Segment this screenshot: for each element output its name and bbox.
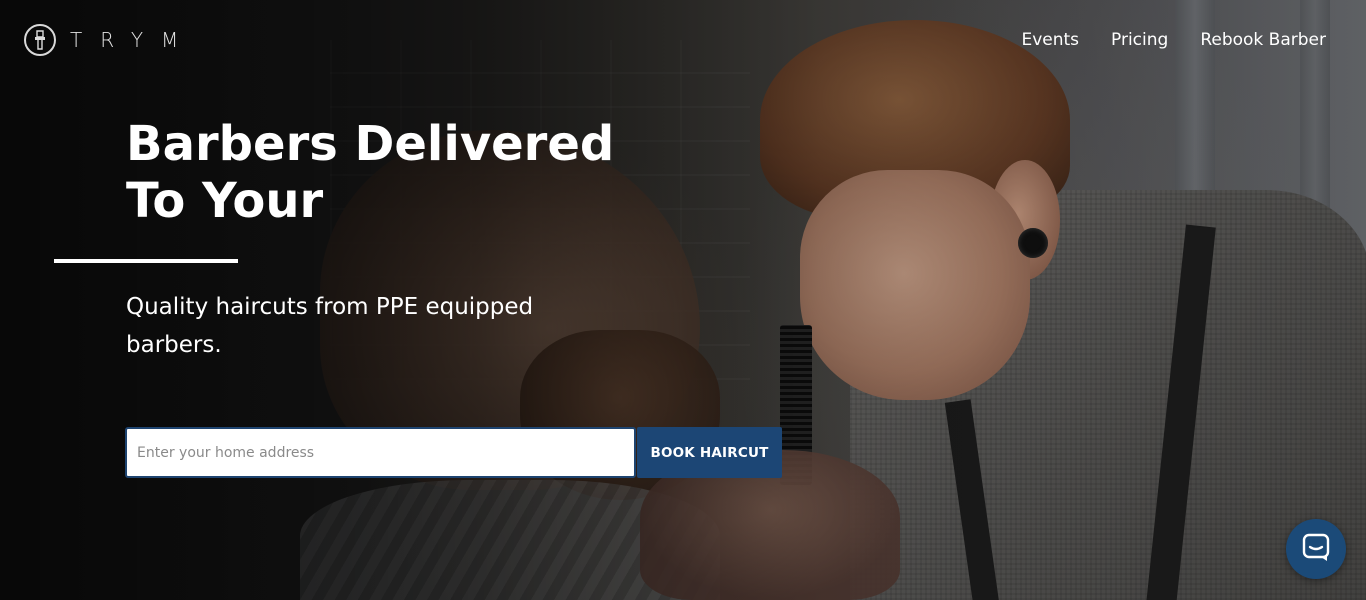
brand-logo-link[interactable]: TRYM — [24, 22, 196, 58]
nav-link-rebook-barber[interactable]: Rebook Barber — [1200, 30, 1326, 50]
nav-link-events[interactable]: Events — [1021, 30, 1079, 50]
razor-badge-icon — [24, 24, 56, 56]
hero-subheadline: Quality haircuts from PPE equipped barbe… — [126, 294, 534, 358]
brand-name: TRYM — [70, 28, 197, 52]
book-haircut-button[interactable]: BOOK HAIRCUT — [637, 427, 782, 478]
hero-headline: Barbers Delivered To Your — [126, 116, 615, 229]
hero-section: TRYM Events Pricing Rebook Barber Barber… — [0, 0, 1366, 600]
main-nav: Events Pricing Rebook Barber — [1021, 30, 1326, 50]
booking-form: BOOK HAIRCUT — [125, 427, 782, 478]
address-input[interactable] — [125, 427, 636, 478]
nav-link-pricing[interactable]: Pricing — [1111, 30, 1168, 50]
chat-bubble-icon — [1301, 532, 1331, 567]
headline-divider — [54, 259, 238, 263]
chat-launcher-button[interactable] — [1286, 519, 1346, 579]
